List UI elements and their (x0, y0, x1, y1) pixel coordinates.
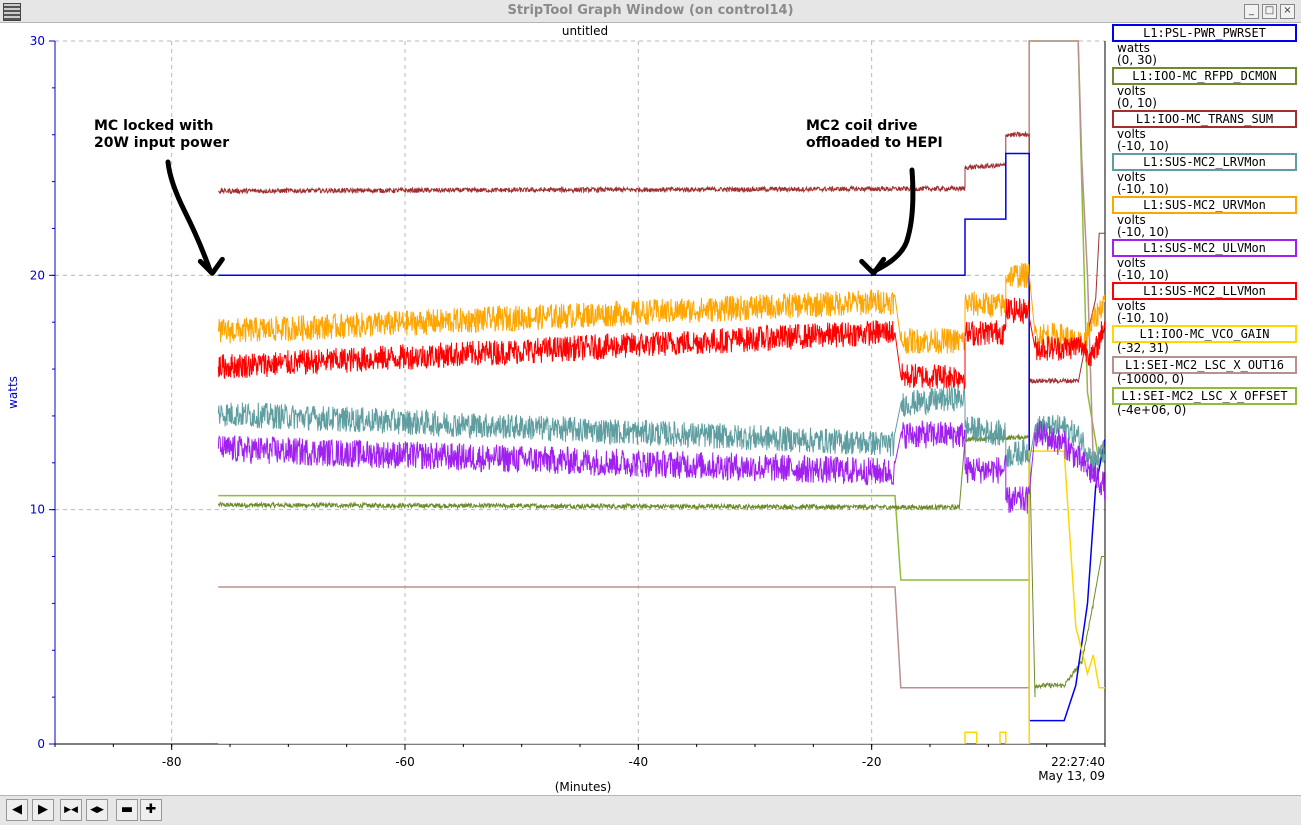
annotation-text: 20W input power (94, 135, 229, 151)
annotation-arrowhead (859, 256, 887, 276)
legend-series-name[interactable]: L1:SUS-MC2_ULVMon (1112, 239, 1297, 257)
strip-chart[interactable]: 0 10 20 30 -80 -60 -40 -20 watts (Minutes) 22:27:4… (0, 22, 1110, 795)
minimize-icon[interactable]: _ (1244, 4, 1259, 19)
annotation-arrow (871, 167, 916, 274)
scroll-left-icon[interactable]: ◀ (6, 799, 28, 821)
legend-item[interactable]: L1:IOO-MC_VCO_GAIN (-32, 31) (1112, 323, 1299, 355)
zoom-out-time-icon[interactable]: ◀▶ (86, 799, 108, 821)
legend-item[interactable]: L1:SEI-MC2_LSC_X_OUT16 (-10000, 0) (1112, 354, 1299, 386)
series-line-5 (217, 420, 1105, 514)
x-tick-label: -80 (162, 755, 182, 769)
y-axis-label: watts (6, 376, 20, 409)
legend-range: (-10000, 0) (1117, 372, 1185, 386)
legend-range: (-4e+06, 0) (1117, 403, 1187, 417)
legend-series-name[interactable]: L1:IOO-MC_RFPD_DCMON (1112, 67, 1297, 85)
legend-item[interactable]: L1:SUS-MC2_URVMon volts (-10, 10) (1112, 194, 1299, 239)
legend-item[interactable]: L1:SUS-MC2_LRVMon volts (-10, 10) (1112, 151, 1299, 196)
y-tick-label: 20 (30, 268, 45, 282)
pan-to-end-icon[interactable]: ▬ (116, 799, 138, 821)
annotation-text: offloaded to HEPI (806, 135, 943, 151)
close-icon[interactable]: × (1280, 4, 1295, 19)
window-title: StripTool Graph Window (on control14) (507, 3, 794, 18)
x-tick-label: -40 (629, 755, 649, 769)
scroll-right-icon[interactable]: ▶ (32, 799, 54, 821)
time-label: 22:27:40 (1051, 755, 1105, 769)
legend-item[interactable]: L1:SUS-MC2_LLVMon volts (-10, 10) (1112, 280, 1299, 325)
window-titlebar[interactable]: StripTool Graph Window (on control14) _ … (0, 0, 1301, 23)
x-tick-label: -20 (862, 755, 882, 769)
legend-item[interactable]: L1:IOO-MC_RFPD_DCMON volts (0, 10) (1112, 65, 1299, 110)
zoom-in-time-icon[interactable]: ▶◀ (60, 799, 82, 821)
toolbar: ◀ ▶ ▶◀ ◀▶ ▬ ✚ (0, 795, 1301, 825)
series-line-4 (217, 262, 1105, 354)
legend-item[interactable]: L1:PSL-PWR_PWRSET watts (0, 30) (1112, 22, 1299, 67)
legend-item[interactable]: L1:SEI-MC2_LSC_X_OFFSET (-4e+06, 0) (1112, 385, 1299, 417)
x-tick-label: -60 (395, 755, 415, 769)
legend-series-name[interactable]: L1:SUS-MC2_LLVMon (1112, 282, 1297, 300)
legend: L1:PSL-PWR_PWRSET watts (0, 30) L1:IOO-MC_R… (1112, 22, 1299, 417)
annotation-arrowhead (197, 256, 225, 276)
legend-series-name[interactable]: L1:SUS-MC2_LRVMon (1112, 153, 1297, 171)
legend-item[interactable]: L1:SUS-MC2_ULVMon volts (-10, 10) (1112, 237, 1299, 282)
annotation-text: MC locked with (94, 118, 214, 134)
date-label: May 13, 09 (1038, 769, 1105, 783)
crosshair-icon[interactable]: ✚ (140, 799, 162, 821)
y-tick-label: 10 (30, 503, 45, 517)
legend-series-name[interactable]: L1:SUS-MC2_URVMon (1112, 196, 1297, 214)
annotation-text: MC2 coil drive (806, 118, 918, 134)
legend-range: (-32, 31) (1117, 341, 1169, 355)
legend-item[interactable]: L1:IOO-MC_TRANS_SUM volts (-10, 10) (1112, 108, 1299, 153)
y-tick-label: 0 (37, 737, 45, 751)
maximize-icon[interactable]: □ (1262, 4, 1277, 19)
x-axis-label: (Minutes) (555, 780, 612, 794)
legend-series-name[interactable]: L1:IOO-MC_TRANS_SUM (1112, 110, 1297, 128)
annotation-arrow (165, 159, 213, 274)
legend-series-name[interactable]: L1:PSL-PWR_PWRSET (1112, 24, 1297, 42)
y-tick-label: 30 (30, 34, 45, 48)
